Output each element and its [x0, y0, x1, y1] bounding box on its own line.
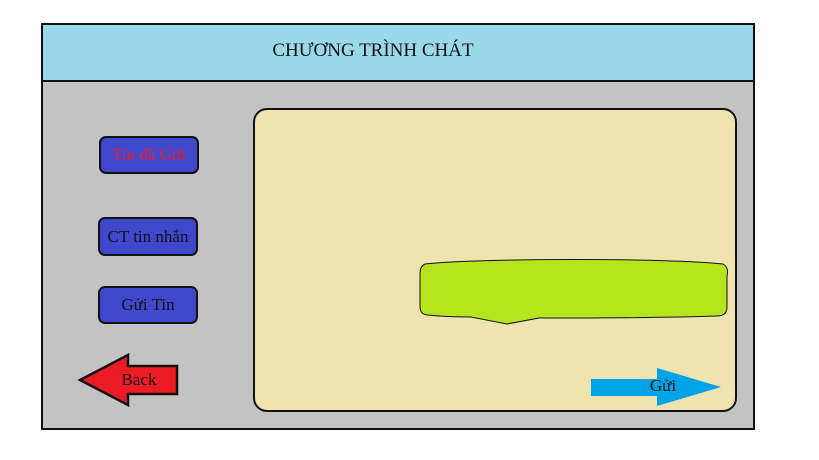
header-bar: CHƯƠNG TRÌNH CHÁT	[43, 25, 753, 82]
send-button[interactable]: Gửi	[591, 368, 723, 406]
message-bubble[interactable]	[419, 259, 729, 329]
send-label: Gửi	[649, 376, 677, 395]
back-button[interactable]: Back	[78, 353, 180, 407]
chat-panel: Gửi	[253, 108, 737, 412]
app-window: CHƯƠNG TRÌNH CHÁT Tin đã Gửi CT tin nhắn…	[41, 23, 755, 430]
page-title: CHƯƠNG TRÌNH CHÁT	[272, 40, 474, 61]
message-detail-button[interactable]: CT tin nhắn	[98, 217, 198, 256]
sent-messages-button[interactable]: Tin đã Gửi	[99, 136, 199, 174]
back-label: Back	[121, 370, 157, 389]
speech-bubble-icon	[419, 259, 728, 325]
send-message-button[interactable]: Gửi Tin	[98, 286, 198, 324]
